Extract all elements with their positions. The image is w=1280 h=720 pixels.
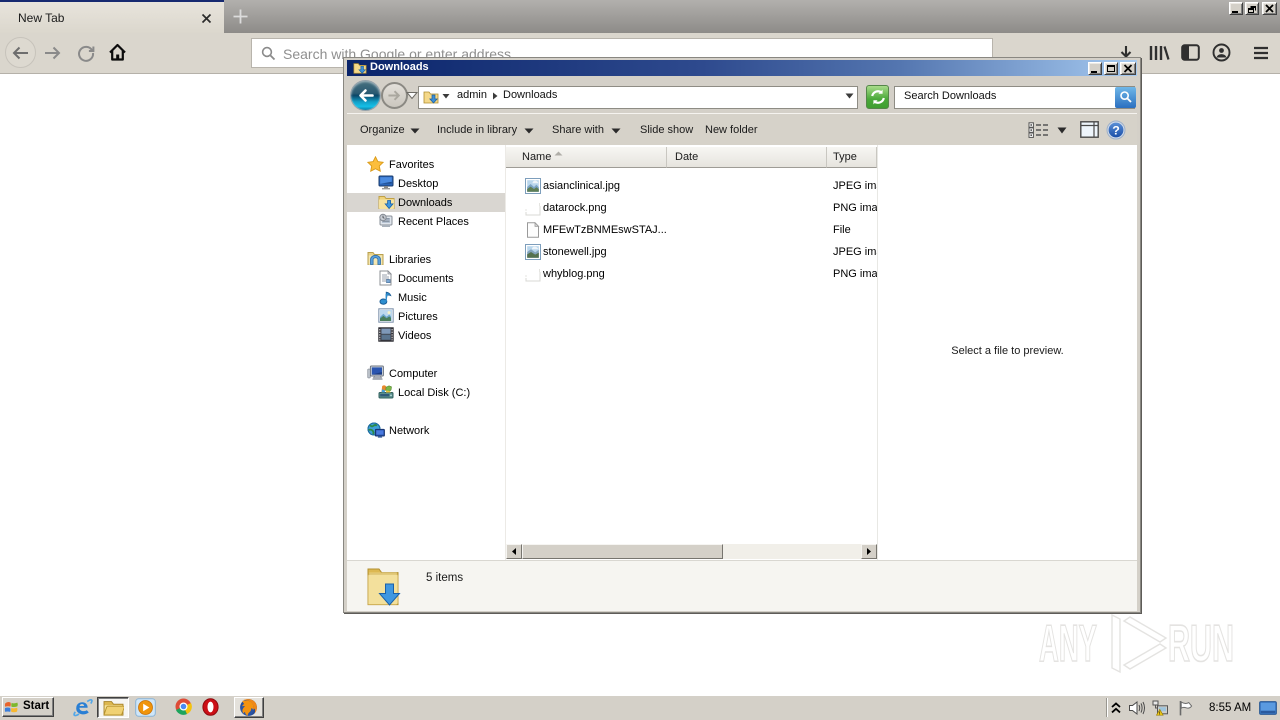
svg-text:?: ?	[1112, 124, 1120, 138]
svg-text:RUN: RUN	[1168, 615, 1234, 673]
svg-text:ANY: ANY	[1039, 615, 1097, 673]
